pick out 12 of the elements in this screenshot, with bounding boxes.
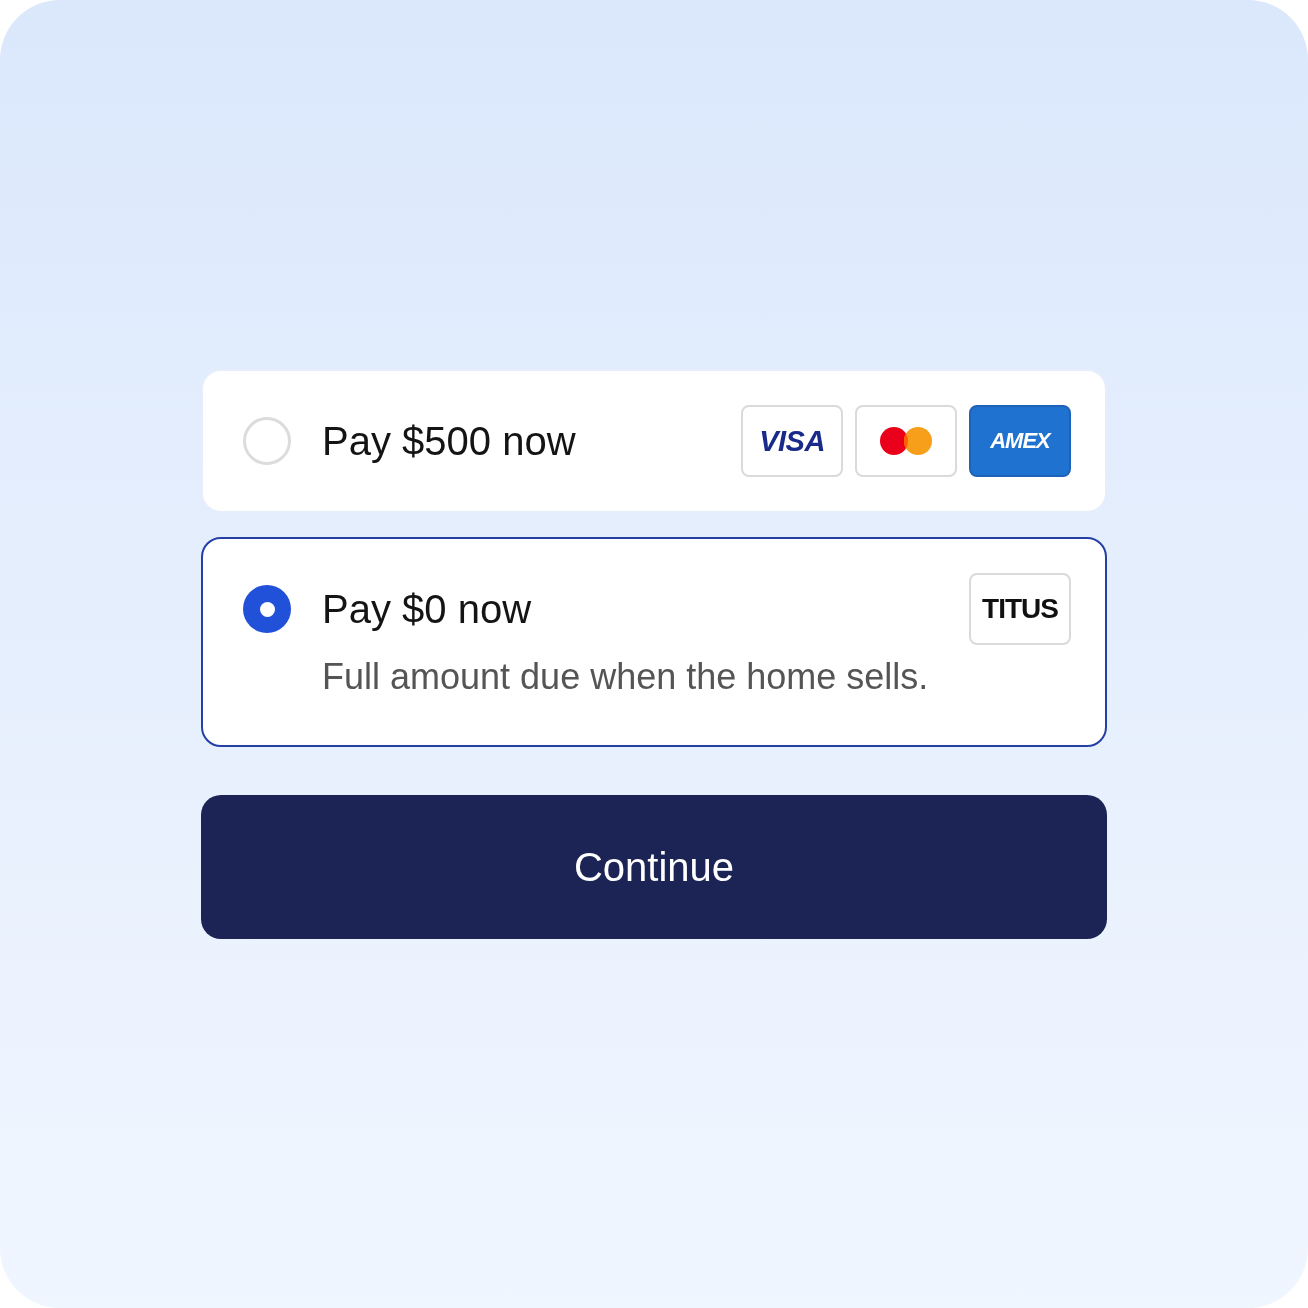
radio-button[interactable] — [243, 585, 291, 633]
continue-button[interactable]: Continue — [201, 795, 1107, 939]
overlapping-circles-icon — [880, 427, 932, 455]
card-logo: VISA — [741, 405, 843, 477]
radio-button[interactable] — [243, 417, 291, 465]
payment-option-card[interactable]: Pay $500 now VISA AMEX — [201, 369, 1107, 513]
option-title: Pay $0 now — [322, 586, 533, 633]
option-description: Full amount due when the home sells. — [322, 655, 930, 699]
payment-option-card[interactable]: Pay $0 now TITUS Full amount due when the home sells. — [201, 537, 1107, 747]
card-logo: TITUS — [969, 573, 1071, 645]
option-title: Pay $500 now — [322, 418, 577, 465]
card-logo: AMEX — [969, 405, 1071, 477]
